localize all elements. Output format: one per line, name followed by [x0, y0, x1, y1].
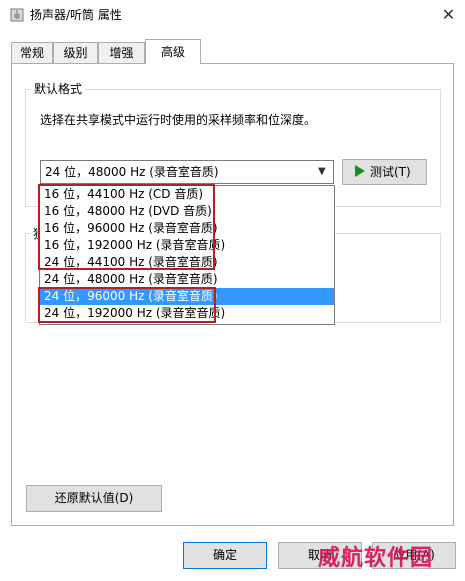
- speaker-icon: [10, 8, 24, 22]
- dropdown-option[interactable]: 24 位，48000 Hz (录音室音质): [40, 271, 334, 288]
- combobox-selected-value: 24 位，48000 Hz (录音室音质): [45, 165, 219, 179]
- highlight-box-16bit: [38, 184, 215, 270]
- tab-general[interactable]: 常规: [11, 42, 53, 63]
- play-icon: [355, 165, 365, 177]
- ok-button[interactable]: 确定: [183, 542, 267, 569]
- highlight-box-24bit: [38, 287, 216, 323]
- chevron-down-icon[interactable]: ▼: [318, 164, 326, 180]
- tab-enhancements[interactable]: 增强: [98, 42, 145, 63]
- watermark-logo: 威航软件园: [318, 546, 434, 571]
- default-format-description: 选择在共享模式中运行时使用的采样频率和位深度。: [40, 113, 317, 127]
- test-button-label: 测试(T): [370, 165, 411, 179]
- tab-advanced[interactable]: 高级: [145, 39, 201, 64]
- tab-levels[interactable]: 级别: [53, 42, 98, 63]
- close-icon[interactable]: ✕: [432, 0, 465, 28]
- default-format-label: 默认格式: [31, 81, 86, 97]
- restore-defaults-button[interactable]: 还原默认值(D): [26, 485, 162, 512]
- window-title: 扬声器/听筒 属性: [30, 8, 122, 22]
